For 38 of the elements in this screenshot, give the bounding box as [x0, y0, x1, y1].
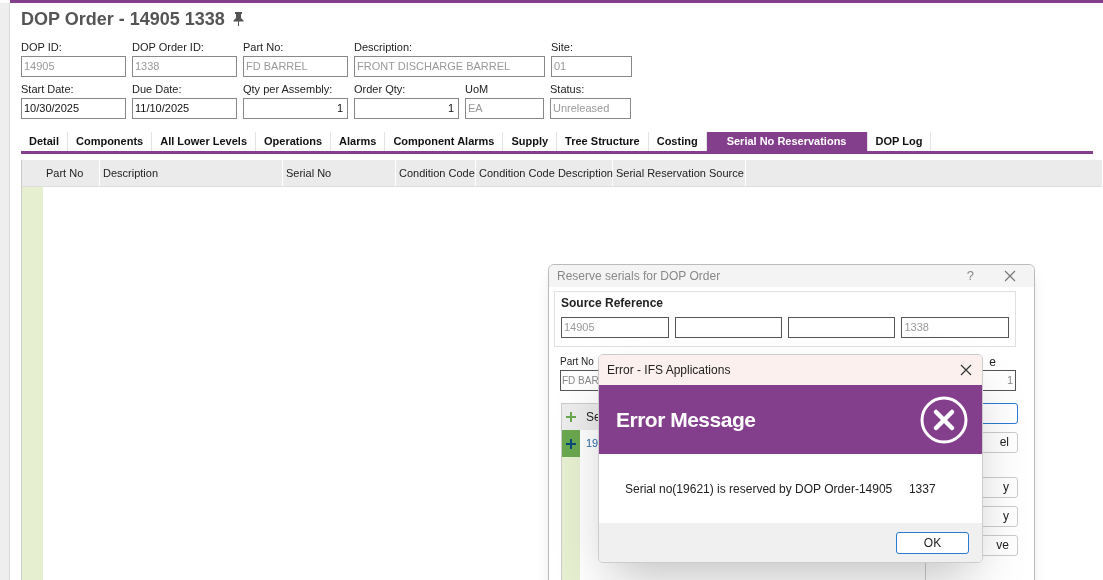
tab[interactable]: Serial No Reservations — [706, 132, 868, 151]
group-legend: Source Reference — [561, 294, 1009, 312]
input-field[interactable]: 1 — [243, 98, 348, 119]
input-field[interactable]: 1 — [354, 98, 459, 119]
field-label: Qty per Assembly: — [243, 82, 334, 97]
field-label: Description: — [354, 40, 414, 55]
column-header[interactable]: Condition Code — [396, 160, 476, 186]
pin-icon[interactable] — [232, 12, 244, 26]
field-label: Part No: — [243, 40, 285, 55]
input-field[interactable] — [674, 317, 782, 338]
field-label: DOP Order ID: — [132, 40, 205, 55]
column-header[interactable]: Serial Reservation Source — [613, 160, 746, 186]
field-label: Start Date: — [21, 82, 75, 97]
field-label: Part No — [560, 355, 595, 369]
field-label: Status: — [550, 82, 586, 97]
field-label: e — [989, 355, 997, 369]
field-label: UoM — [465, 82, 490, 97]
field-label: DOP ID: — [21, 40, 63, 55]
dialog-title: Error - IFS Applications — [607, 362, 732, 379]
input-field[interactable] — [788, 317, 896, 338]
input-field[interactable]: 11/10/2025 — [132, 98, 237, 119]
add-icon[interactable] — [566, 438, 576, 449]
field-label: Site: — [551, 40, 574, 55]
page-title: DOP Order - 14905 1338 — [21, 7, 225, 31]
field-label: Due Date: — [132, 82, 183, 97]
error-icon — [920, 395, 968, 444]
error-heading: Error Message — [616, 406, 757, 433]
close-icon[interactable] — [960, 364, 972, 376]
column-header[interactable]: Condition Code Description — [476, 160, 613, 186]
input-field[interactable]: 10/30/2025 — [21, 98, 126, 119]
field-label: Order Qty: — [354, 82, 407, 97]
column-header[interactable]: Part No — [43, 160, 100, 186]
column-header[interactable]: Description — [100, 160, 283, 186]
column-header[interactable]: Serial No — [283, 160, 396, 186]
error-message: Serial no(19621) is reserved by DOP Order-14905 1337 — [625, 480, 936, 498]
ok-button[interactable]: OK — [896, 531, 969, 554]
dialog-title: Reserve serials for DOP Order — [557, 268, 722, 285]
table-cell-text: 19 — [586, 436, 599, 452]
